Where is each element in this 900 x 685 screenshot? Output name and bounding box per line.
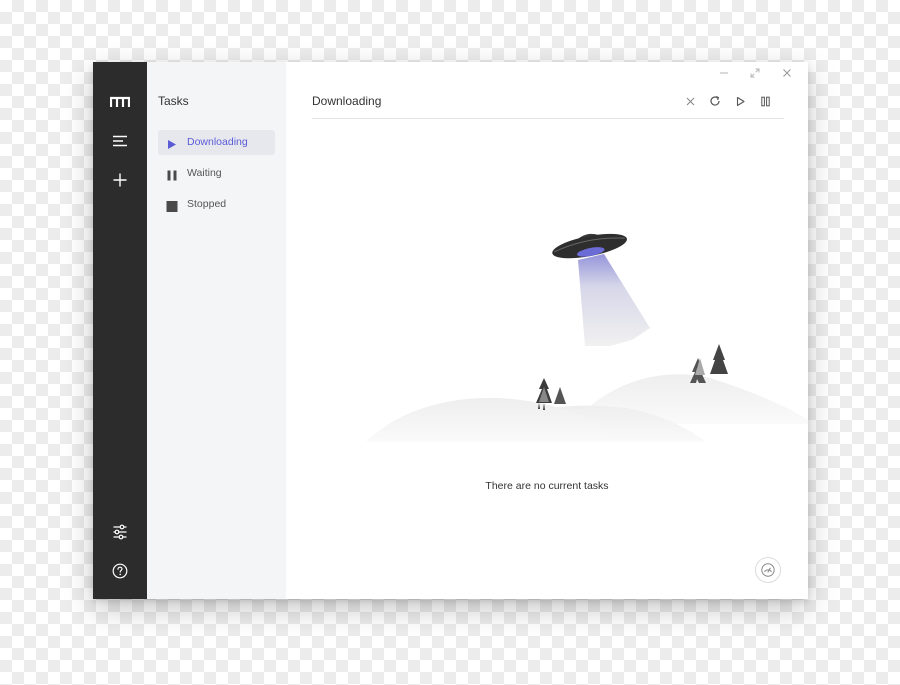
play-icon — [166, 137, 178, 149]
plus-icon[interactable] — [93, 164, 147, 196]
ufo-illustration — [366, 233, 808, 442]
tasks-panel: Tasks Downloading Waiting Stopped — [147, 62, 286, 599]
menu-lines-icon[interactable] — [93, 125, 147, 157]
question-circle-icon[interactable] — [93, 555, 147, 587]
tree-icon — [554, 387, 566, 404]
stop-icon — [166, 199, 178, 212]
tasks-title: Tasks — [158, 94, 189, 108]
task-filter-waiting[interactable]: Waiting — [158, 161, 275, 186]
main-panel: Downloading There are no current tasks — [286, 62, 808, 599]
light-beam — [578, 254, 650, 346]
speedometer-icon — [761, 563, 775, 577]
nav-rail — [93, 62, 147, 599]
task-filter-label: Downloading — [187, 136, 248, 148]
empty-state-message: There are no current tasks — [485, 480, 609, 492]
task-filter-downloading[interactable]: Downloading — [158, 130, 275, 155]
task-filter-stopped[interactable]: Stopped — [158, 192, 275, 217]
motrix-logo-icon — [93, 86, 147, 118]
task-filter-label: Stopped — [187, 198, 227, 210]
tree-icon — [710, 344, 728, 374]
hill-left — [366, 397, 621, 442]
task-filter-label: Waiting — [187, 167, 222, 179]
sliders-icon[interactable] — [93, 516, 147, 548]
speed-limit-button[interactable] — [755, 557, 781, 583]
pause-icon — [166, 168, 178, 181]
app-window: Tasks Downloading Waiting Stopped Downlo… — [93, 62, 808, 599]
